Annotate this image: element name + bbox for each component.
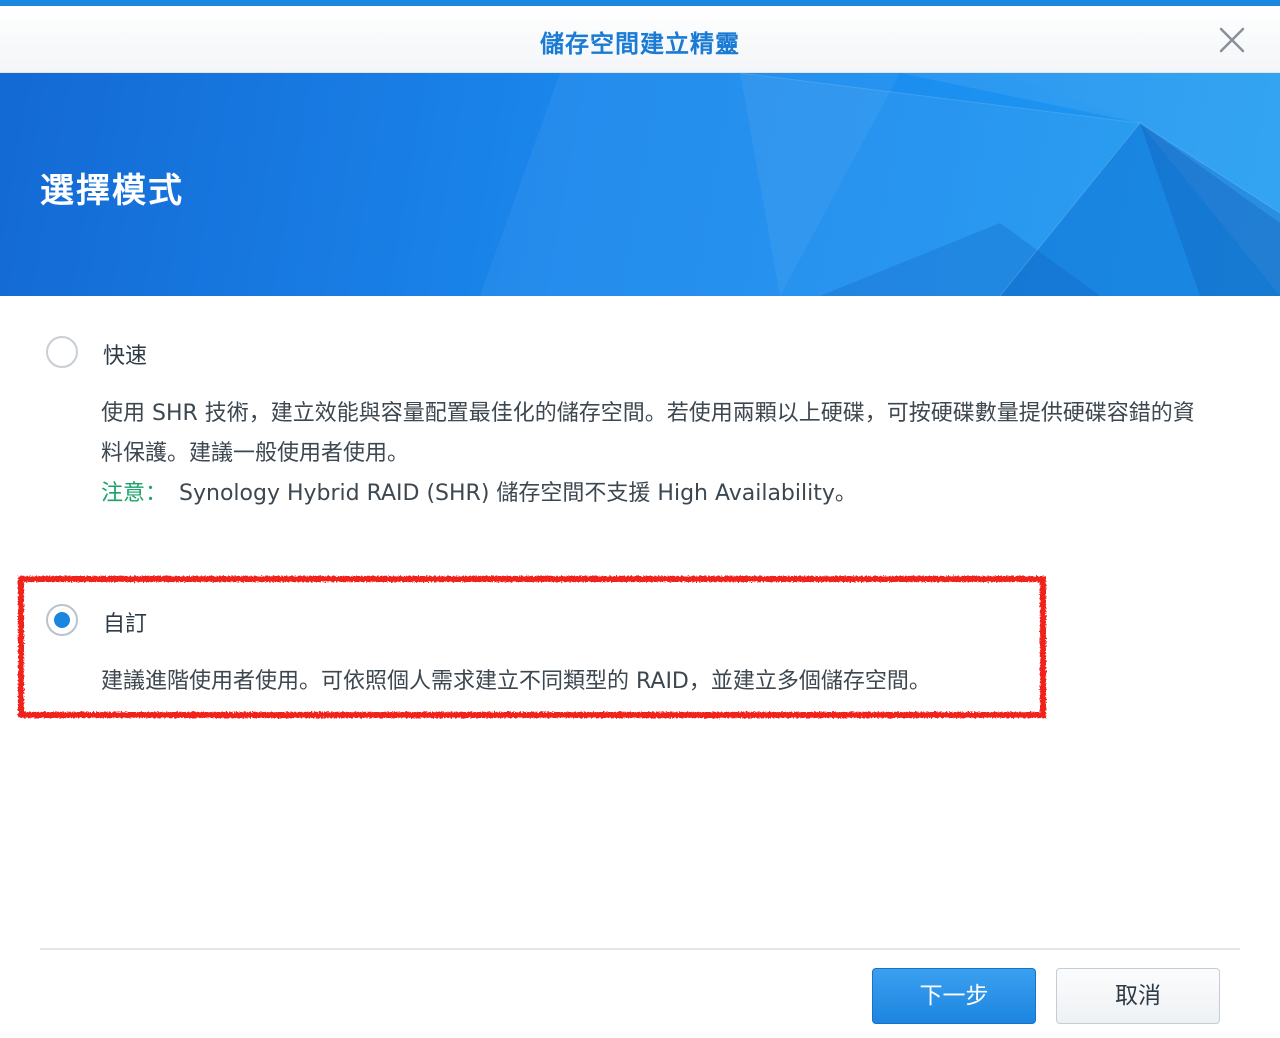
storage-wizard-window: 儲存空間建立精靈 選擇模式 快速 使用 SHR 技術，建立效能與容量配置最佳化的… [0,0,1280,1038]
quick-description-text: 使用 SHR 技術，建立效能與容量配置最佳化的儲存空間。若使用兩顆以上硬碟，可按… [101,401,1195,466]
window-title: 儲存空間建立精靈 [540,30,740,58]
header-banner: 選擇模式 [0,73,1280,296]
next-button[interactable]: 下一步 [872,968,1036,1024]
title-bar: 儲存空間建立精靈 [0,6,1280,73]
note-text: Synology Hybrid RAID (SHR) 儲存空間不支援 High … [179,481,857,506]
highlight-annotation-box [18,576,1046,718]
option-quick[interactable]: 快速 使用 SHR 技術，建立效能與容量配置最佳化的儲存空間。若使用兩顆以上硬碟… [0,296,1280,536]
footer-divider [40,948,1240,950]
radio-quick[interactable] [46,336,78,368]
banner-title: 選擇模式 [40,171,184,211]
quick-note: 注意： Synology Hybrid RAID (SHR) 儲存空間不支援 Hi… [101,474,1211,514]
cancel-button[interactable]: 取消 [1056,968,1220,1024]
option-quick-label: 快速 [103,344,148,369]
note-label: 注意： [101,481,168,506]
banner-pattern [480,73,1280,296]
option-quick-description: 使用 SHR 技術，建立效能與容量配置最佳化的儲存空間。若使用兩顆以上硬碟，可按… [101,394,1211,514]
close-icon[interactable] [1218,26,1246,54]
